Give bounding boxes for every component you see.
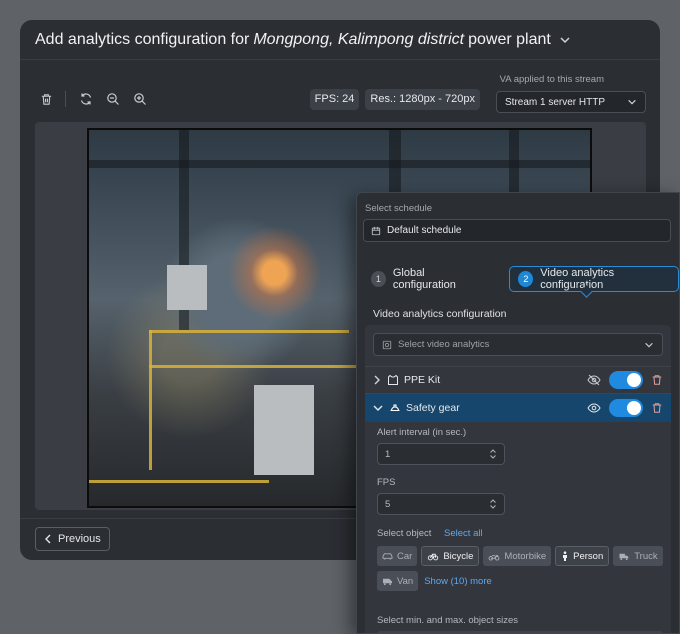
eye-off-icon[interactable] [587, 374, 601, 386]
step-video-analytics-configuration[interactable]: 2 Video analytics configuration [509, 266, 679, 292]
image-cabinet [167, 265, 207, 310]
select-object-label: Select object [377, 528, 432, 539]
eye-icon[interactable] [587, 402, 601, 414]
truck-icon [619, 553, 629, 560]
fps-value: 5 [385, 498, 391, 510]
title-prefix: Add analytics configuration for [35, 30, 250, 48]
object-chip-car[interactable]: Car [377, 546, 418, 566]
schedule-select[interactable]: Default schedule [363, 219, 671, 242]
fps-input[interactable]: 5 [377, 493, 505, 515]
chevron-down-icon [628, 99, 636, 105]
row-actions [587, 371, 663, 389]
show-more-link[interactable]: Show (10) more [424, 571, 492, 591]
analytics-config-card: Select video analytics PPE Kit Safety ge… [365, 325, 671, 633]
calendar-icon [371, 226, 381, 235]
row-actions [587, 399, 663, 417]
analytics-row-safety-gear[interactable]: Safety gear [365, 394, 671, 422]
vest-icon [388, 374, 398, 385]
video-analytics-placeholder: Select video analytics [398, 339, 490, 350]
object-chip-motorbike[interactable]: Motorbike [483, 546, 552, 566]
image-cabinet [254, 385, 314, 475]
stream-select[interactable]: Stream 1 server HTTP [496, 91, 646, 113]
image-rail [89, 480, 269, 483]
object-label: Person [573, 550, 604, 562]
bicycle-icon [428, 553, 439, 560]
ppe-kit-toggle[interactable] [609, 371, 643, 389]
stepper-icon[interactable] [489, 498, 497, 510]
alert-interval-input[interactable]: 1 [377, 443, 505, 465]
alert-interval-value: 1 [385, 448, 391, 460]
object-chip-person[interactable]: Person [555, 546, 610, 566]
person-icon [563, 551, 568, 561]
hard-hat-icon [390, 404, 400, 412]
object-chip-truck[interactable]: Truck [613, 546, 663, 566]
chevron-down-icon [645, 342, 653, 347]
object-label: Bicycle [443, 550, 474, 562]
object-chip-bicycle[interactable]: Bicycle [421, 546, 480, 566]
analytics-label: Safety gear [406, 402, 460, 414]
object-chips: Car Bicycle Motorbike Person Truck Van S… [377, 546, 665, 591]
zoom-in-icon[interactable] [132, 91, 148, 107]
stream-select-value: Stream 1 server HTTP [505, 96, 606, 108]
select-object-row: Select object Select all [377, 528, 483, 539]
fps-label: FPS [377, 477, 396, 488]
motorbike-icon [489, 554, 500, 561]
trash-icon[interactable] [651, 402, 663, 414]
section-title: Video analytics configuration [373, 308, 507, 320]
toolbar-divider [65, 91, 66, 107]
object-size-label: Select min. and max. object sizes [377, 615, 518, 626]
previous-button[interactable]: Previous [35, 527, 110, 551]
analytics-label: PPE Kit [404, 374, 441, 386]
analytics-name: PPE Kit [387, 374, 440, 386]
alert-interval-label: Alert interval (in sec.) [377, 427, 467, 438]
van-icon [383, 578, 392, 585]
previous-label: Previous [58, 533, 101, 545]
chevron-down-icon[interactable] [559, 34, 571, 46]
trash-icon[interactable] [38, 91, 54, 107]
step-global-configuration[interactable]: 1 Global configuration [371, 267, 483, 291]
config-panel: Select schedule Default schedule 1 Globa… [356, 192, 680, 634]
zoom-out-icon[interactable] [105, 91, 121, 107]
va-label: VA applied to this stream [499, 74, 604, 85]
car-icon [382, 552, 393, 560]
image-rail [149, 330, 152, 470]
object-label: Truck [634, 550, 658, 562]
object-label: Van [397, 575, 414, 587]
video-analytics-select[interactable]: Select video analytics [373, 333, 663, 356]
trash-icon[interactable] [651, 374, 663, 386]
step-number: 1 [371, 271, 386, 287]
object-chip-van[interactable]: Van [377, 571, 419, 591]
analytics-icon [382, 340, 392, 349]
step-label: Video analytics configuration [540, 267, 615, 291]
title-location: Mongpong, Kalimpong district [253, 30, 465, 48]
stepper: 1 Global configuration 2 Video analytics… [371, 266, 679, 292]
refresh-icon[interactable] [78, 91, 94, 107]
fps-badge: FPS: 24 [309, 88, 360, 110]
analytics-name: Safety gear [389, 402, 460, 414]
object-label: Motorbike [504, 550, 547, 562]
step-label: Global configuration [392, 267, 456, 291]
safety-gear-toggle[interactable] [609, 399, 643, 417]
chevron-right-icon[interactable] [373, 375, 381, 385]
title-suffix: power plant [468, 30, 551, 48]
stepper-icon[interactable] [489, 448, 497, 460]
resolution-badge: Res.: 1280px - 720px [365, 88, 480, 110]
chevron-down-icon[interactable] [373, 404, 383, 412]
schedule-value: Default schedule [387, 225, 462, 236]
image-rail [149, 330, 349, 333]
object-label: Car [397, 550, 413, 562]
step-number: 2 [518, 271, 534, 287]
image-rail [149, 365, 369, 368]
modal-header[interactable]: Add analytics configuration for Mongpong… [20, 20, 660, 60]
chevron-left-icon [45, 534, 51, 544]
analytics-row-ppe-kit[interactable]: PPE Kit [365, 366, 671, 394]
schedule-label: Select schedule [365, 203, 433, 214]
select-all-link[interactable]: Select all [444, 528, 483, 539]
